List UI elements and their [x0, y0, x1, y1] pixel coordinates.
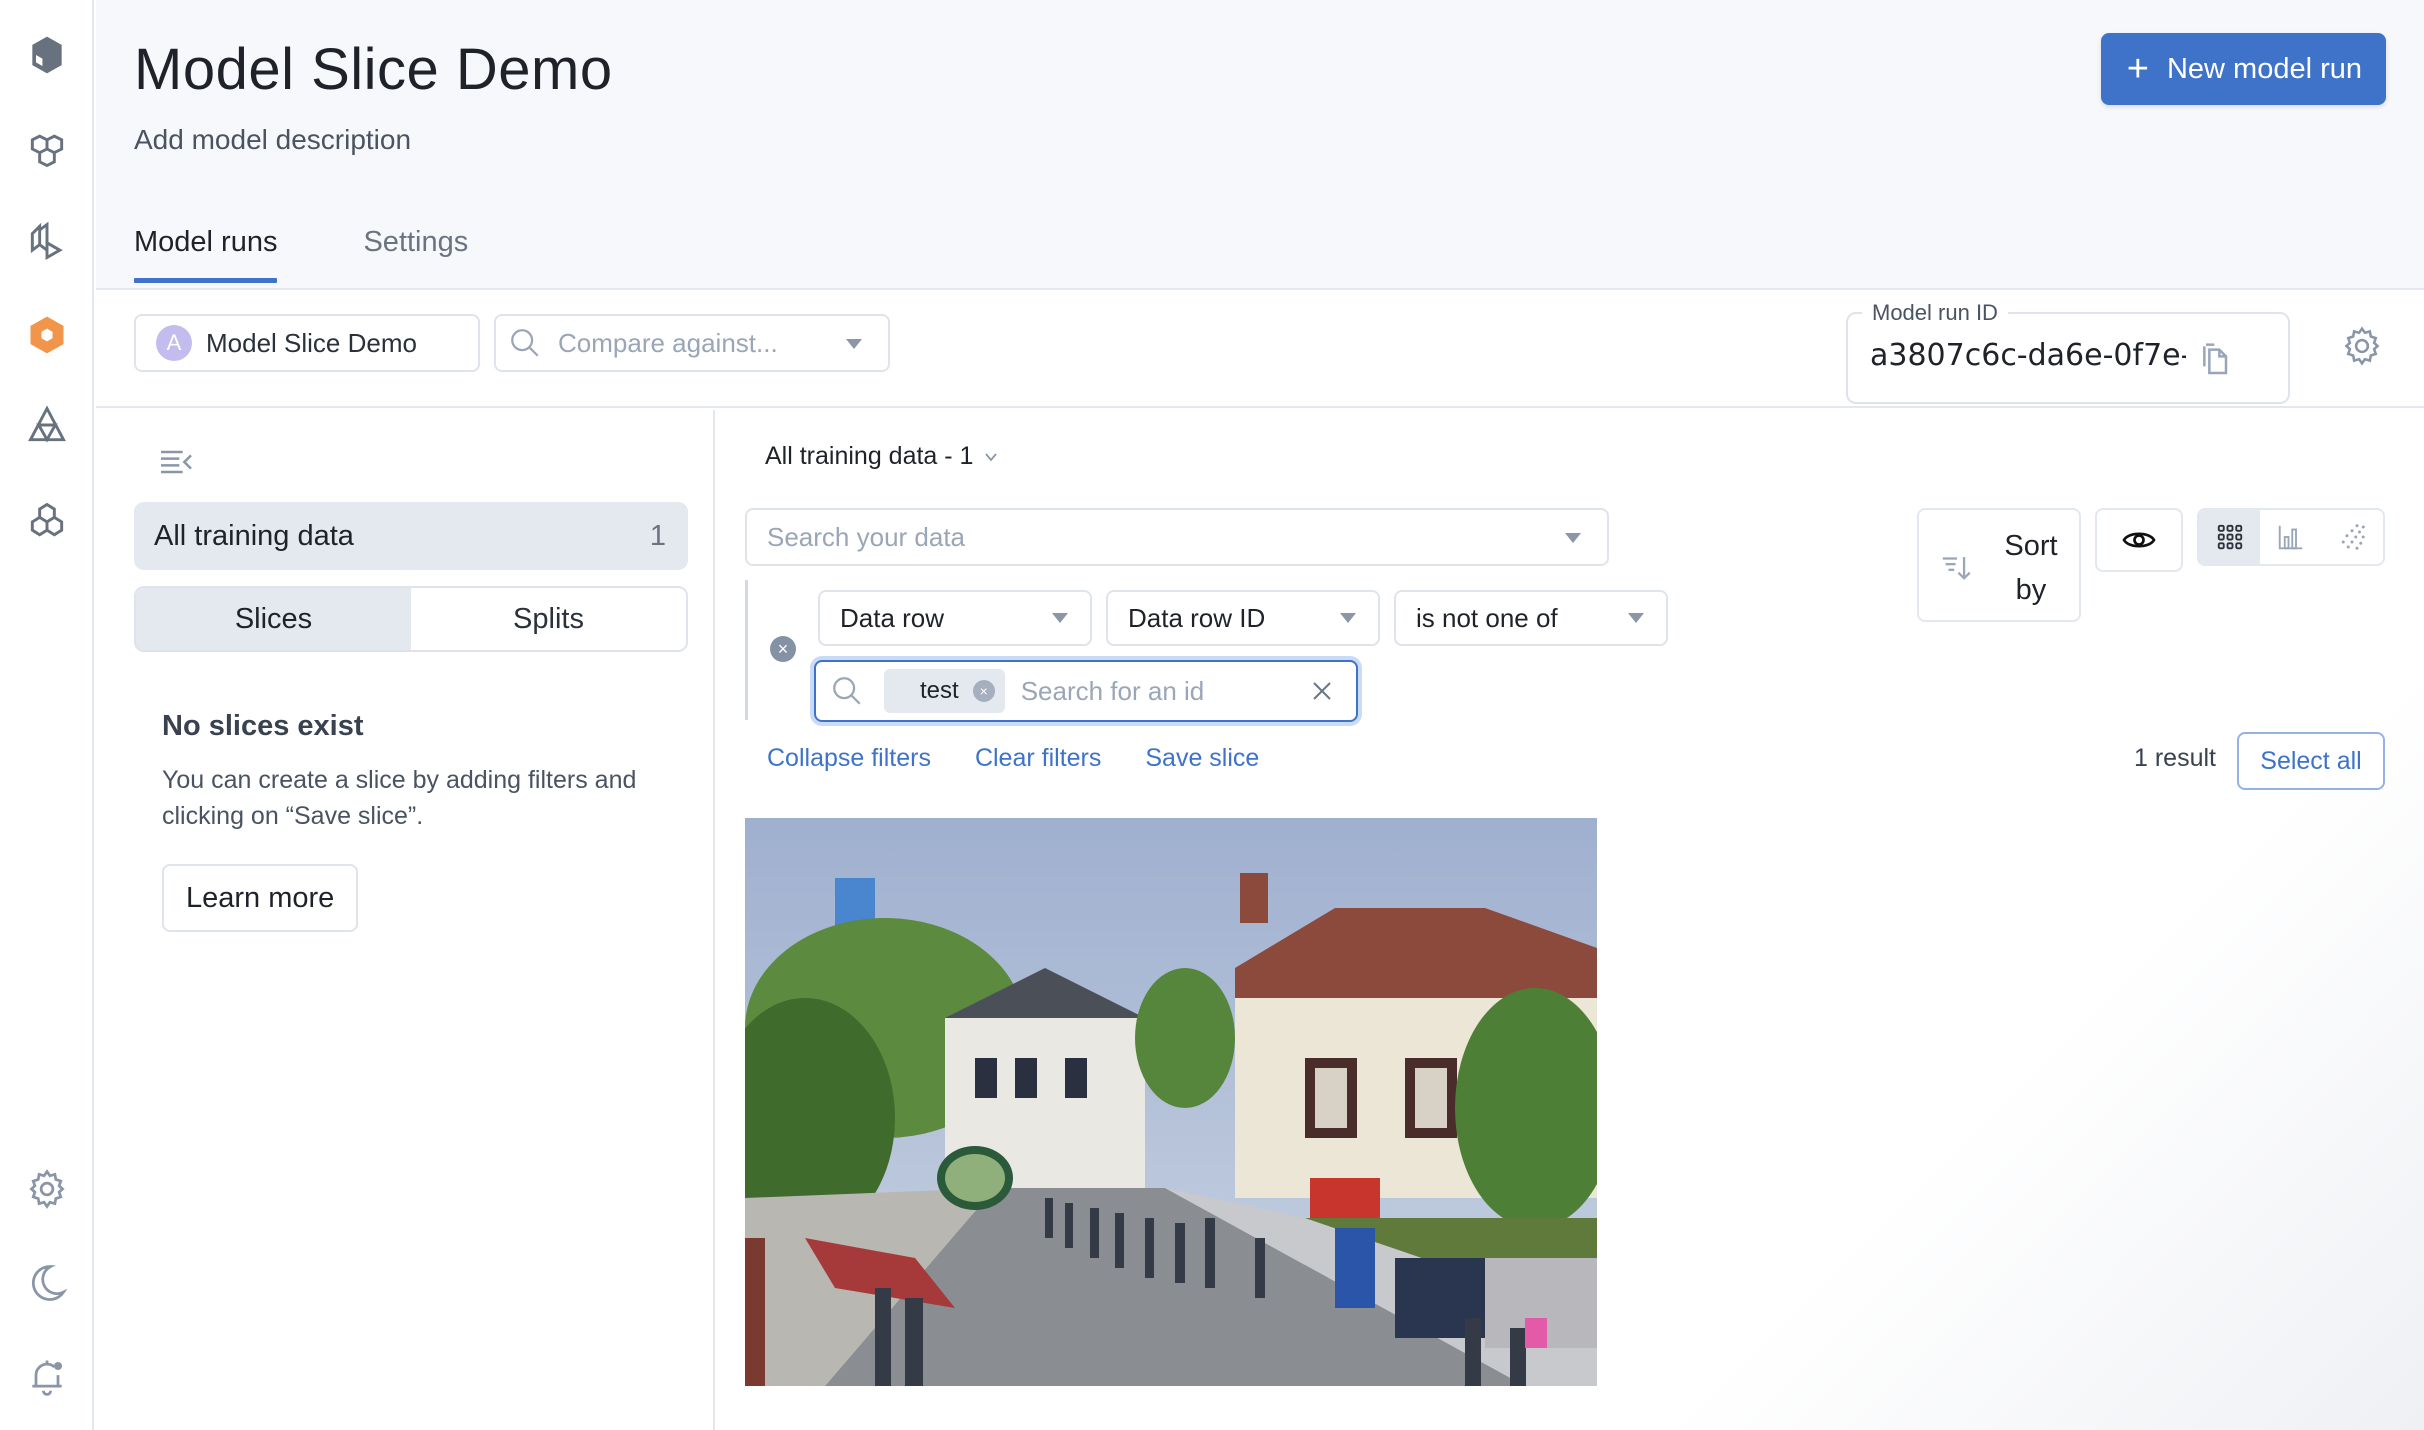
- nav-item-catalog[interactable]: [20, 28, 74, 82]
- model-selector[interactable]: A Model Slice Demo: [134, 314, 480, 372]
- moon-icon: [31, 1265, 68, 1301]
- all-training-data-item[interactable]: All training data 1: [134, 502, 688, 570]
- learn-more-button[interactable]: Learn more: [162, 864, 359, 932]
- hex-cubes-icon: [30, 134, 64, 168]
- tab-model-runs[interactable]: Model runs: [134, 226, 278, 283]
- collapse-panel-icon[interactable]: [154, 442, 198, 482]
- app-nav: [0, 0, 94, 1430]
- slices-splits-toggle: Slices Splits: [134, 586, 688, 652]
- splits-tab[interactable]: Splits: [411, 588, 686, 650]
- select-all-button[interactable]: Select all: [2237, 732, 2385, 790]
- page-title: Model Slice Demo: [134, 37, 613, 102]
- model-name: Model Slice Demo: [206, 327, 417, 358]
- model-avatar: A: [156, 325, 192, 361]
- chevron-down-icon: [846, 339, 862, 349]
- filter-field-select[interactable]: Data row: [818, 590, 1092, 646]
- nav-item-workforce[interactable]: [20, 494, 74, 548]
- sort-by-label: Sort by: [2004, 530, 2058, 606]
- remove-tag-icon[interactable]: ×: [972, 680, 995, 702]
- view-chart-button[interactable]: [2260, 510, 2321, 564]
- save-slice-link[interactable]: Save slice: [1145, 744, 1259, 773]
- all-training-data-count: 1: [649, 519, 666, 552]
- filter-field-value: Data row: [840, 602, 945, 633]
- model-run-id-value[interactable]: a3807c6c-da6e-0f7e-b: [1870, 338, 2186, 373]
- slices-panel: All training data 1 Slices Splits No sli…: [96, 410, 715, 1430]
- tab-settings[interactable]: Settings: [363, 226, 468, 281]
- bell-icon: [32, 1360, 63, 1396]
- empty-state-title: No slices exist: [162, 710, 364, 742]
- view-mode-toggle: [2197, 508, 2385, 566]
- view-projection-button[interactable]: [2322, 510, 2383, 564]
- chevron-down-icon: [1628, 613, 1644, 623]
- cube-icon: [32, 36, 62, 74]
- filter-operator-select[interactable]: is not one of: [1394, 590, 1668, 646]
- filter-tag-label: test: [920, 677, 959, 704]
- triangle-icon: [28, 405, 66, 443]
- search-data-input[interactable]: [767, 521, 1527, 553]
- visibility-toggle-button[interactable]: [2095, 508, 2183, 572]
- filter-group: × Data row Data row ID is not one of tes…: [745, 580, 1668, 722]
- street-scene-image: [745, 818, 1597, 1386]
- page-header: Model Slice Demo Add model description +…: [96, 0, 2424, 290]
- remove-filter-icon[interactable]: ×: [770, 636, 796, 662]
- copy-icon[interactable]: [2196, 336, 2236, 380]
- search-icon: [833, 677, 861, 705]
- filter-tag: test ×: [884, 669, 1005, 713]
- bar-chart-icon: [2278, 525, 2303, 550]
- chevron-down-icon: [1565, 533, 1581, 543]
- sort-icon: [1942, 557, 1971, 580]
- slices-tab[interactable]: Slices: [136, 588, 411, 650]
- filter-attribute-value: Data row ID: [1128, 602, 1266, 633]
- model-run-id-label: Model run ID: [1862, 300, 2008, 326]
- chevron-down-icon: [1340, 613, 1356, 623]
- plus-icon: +: [2126, 48, 2149, 90]
- sort-by-button[interactable]: Sort by: [1917, 508, 2081, 622]
- id-search-field[interactable]: test ×: [814, 660, 1358, 722]
- new-model-run-label: New model run: [2166, 52, 2362, 85]
- nav-settings[interactable]: [20, 1162, 74, 1216]
- hex-cluster-icon: [30, 502, 64, 537]
- data-scope-label: All training data - 1: [765, 442, 974, 470]
- nav-theme[interactable]: [20, 1256, 74, 1310]
- data-scope-dropdown[interactable]: All training data - 1: [765, 442, 999, 471]
- result-thumbnail[interactable]: [745, 818, 1597, 1386]
- data-explorer: All training data - 1 × Data row Data ro…: [717, 410, 2424, 1430]
- search-data-field[interactable]: [745, 508, 1609, 566]
- scatter-icon: [2342, 524, 2366, 550]
- id-search-input[interactable]: [1020, 675, 1271, 707]
- clear-icon[interactable]: [1310, 679, 1334, 703]
- compare-against-input[interactable]: [558, 327, 818, 359]
- nav-notifications[interactable]: [20, 1350, 74, 1404]
- filter-operator-value: is not one of: [1416, 602, 1558, 633]
- gear-icon: [29, 1169, 65, 1209]
- clear-filters-link[interactable]: Clear filters: [975, 744, 1101, 773]
- filter-attribute-select[interactable]: Data row ID: [1106, 590, 1380, 646]
- layered-play-icon: [30, 221, 63, 261]
- run-settings-gear-icon[interactable]: [2340, 324, 2384, 368]
- collapse-filters-link[interactable]: Collapse filters: [767, 744, 931, 773]
- model-run-id-field: Model run ID a3807c6c-da6e-0f7e-b: [1846, 300, 2290, 404]
- nav-item-ontology[interactable]: [20, 398, 74, 452]
- chevron-down-icon: [1052, 613, 1068, 623]
- search-icon: [511, 329, 539, 357]
- grid-icon: [2217, 524, 2242, 550]
- all-training-data-label: All training data: [154, 519, 354, 552]
- compare-against-select[interactable]: [494, 314, 890, 372]
- chevron-down-icon: [985, 452, 998, 461]
- nav-item-annotate[interactable]: [20, 122, 74, 176]
- filter-actions: Collapse filters Clear filters Save slic…: [767, 744, 1259, 773]
- eye-icon: [2122, 532, 2156, 548]
- result-count: 1 result: [2134, 744, 2216, 772]
- empty-state-text: You can create a slice by adding filters…: [162, 766, 637, 830]
- nav-item-models[interactable]: [20, 308, 74, 362]
- new-model-run-button[interactable]: + New model run: [2100, 33, 2386, 105]
- tab-bar: Model runs Settings: [134, 226, 468, 283]
- model-description[interactable]: Add model description: [134, 124, 411, 156]
- view-grid-button[interactable]: [2199, 510, 2261, 564]
- hexagon-icon: [30, 316, 64, 354]
- nav-item-projects[interactable]: [20, 214, 74, 268]
- model-run-toolbar: A Model Slice Demo Model run ID a3807c6c…: [96, 292, 2424, 408]
